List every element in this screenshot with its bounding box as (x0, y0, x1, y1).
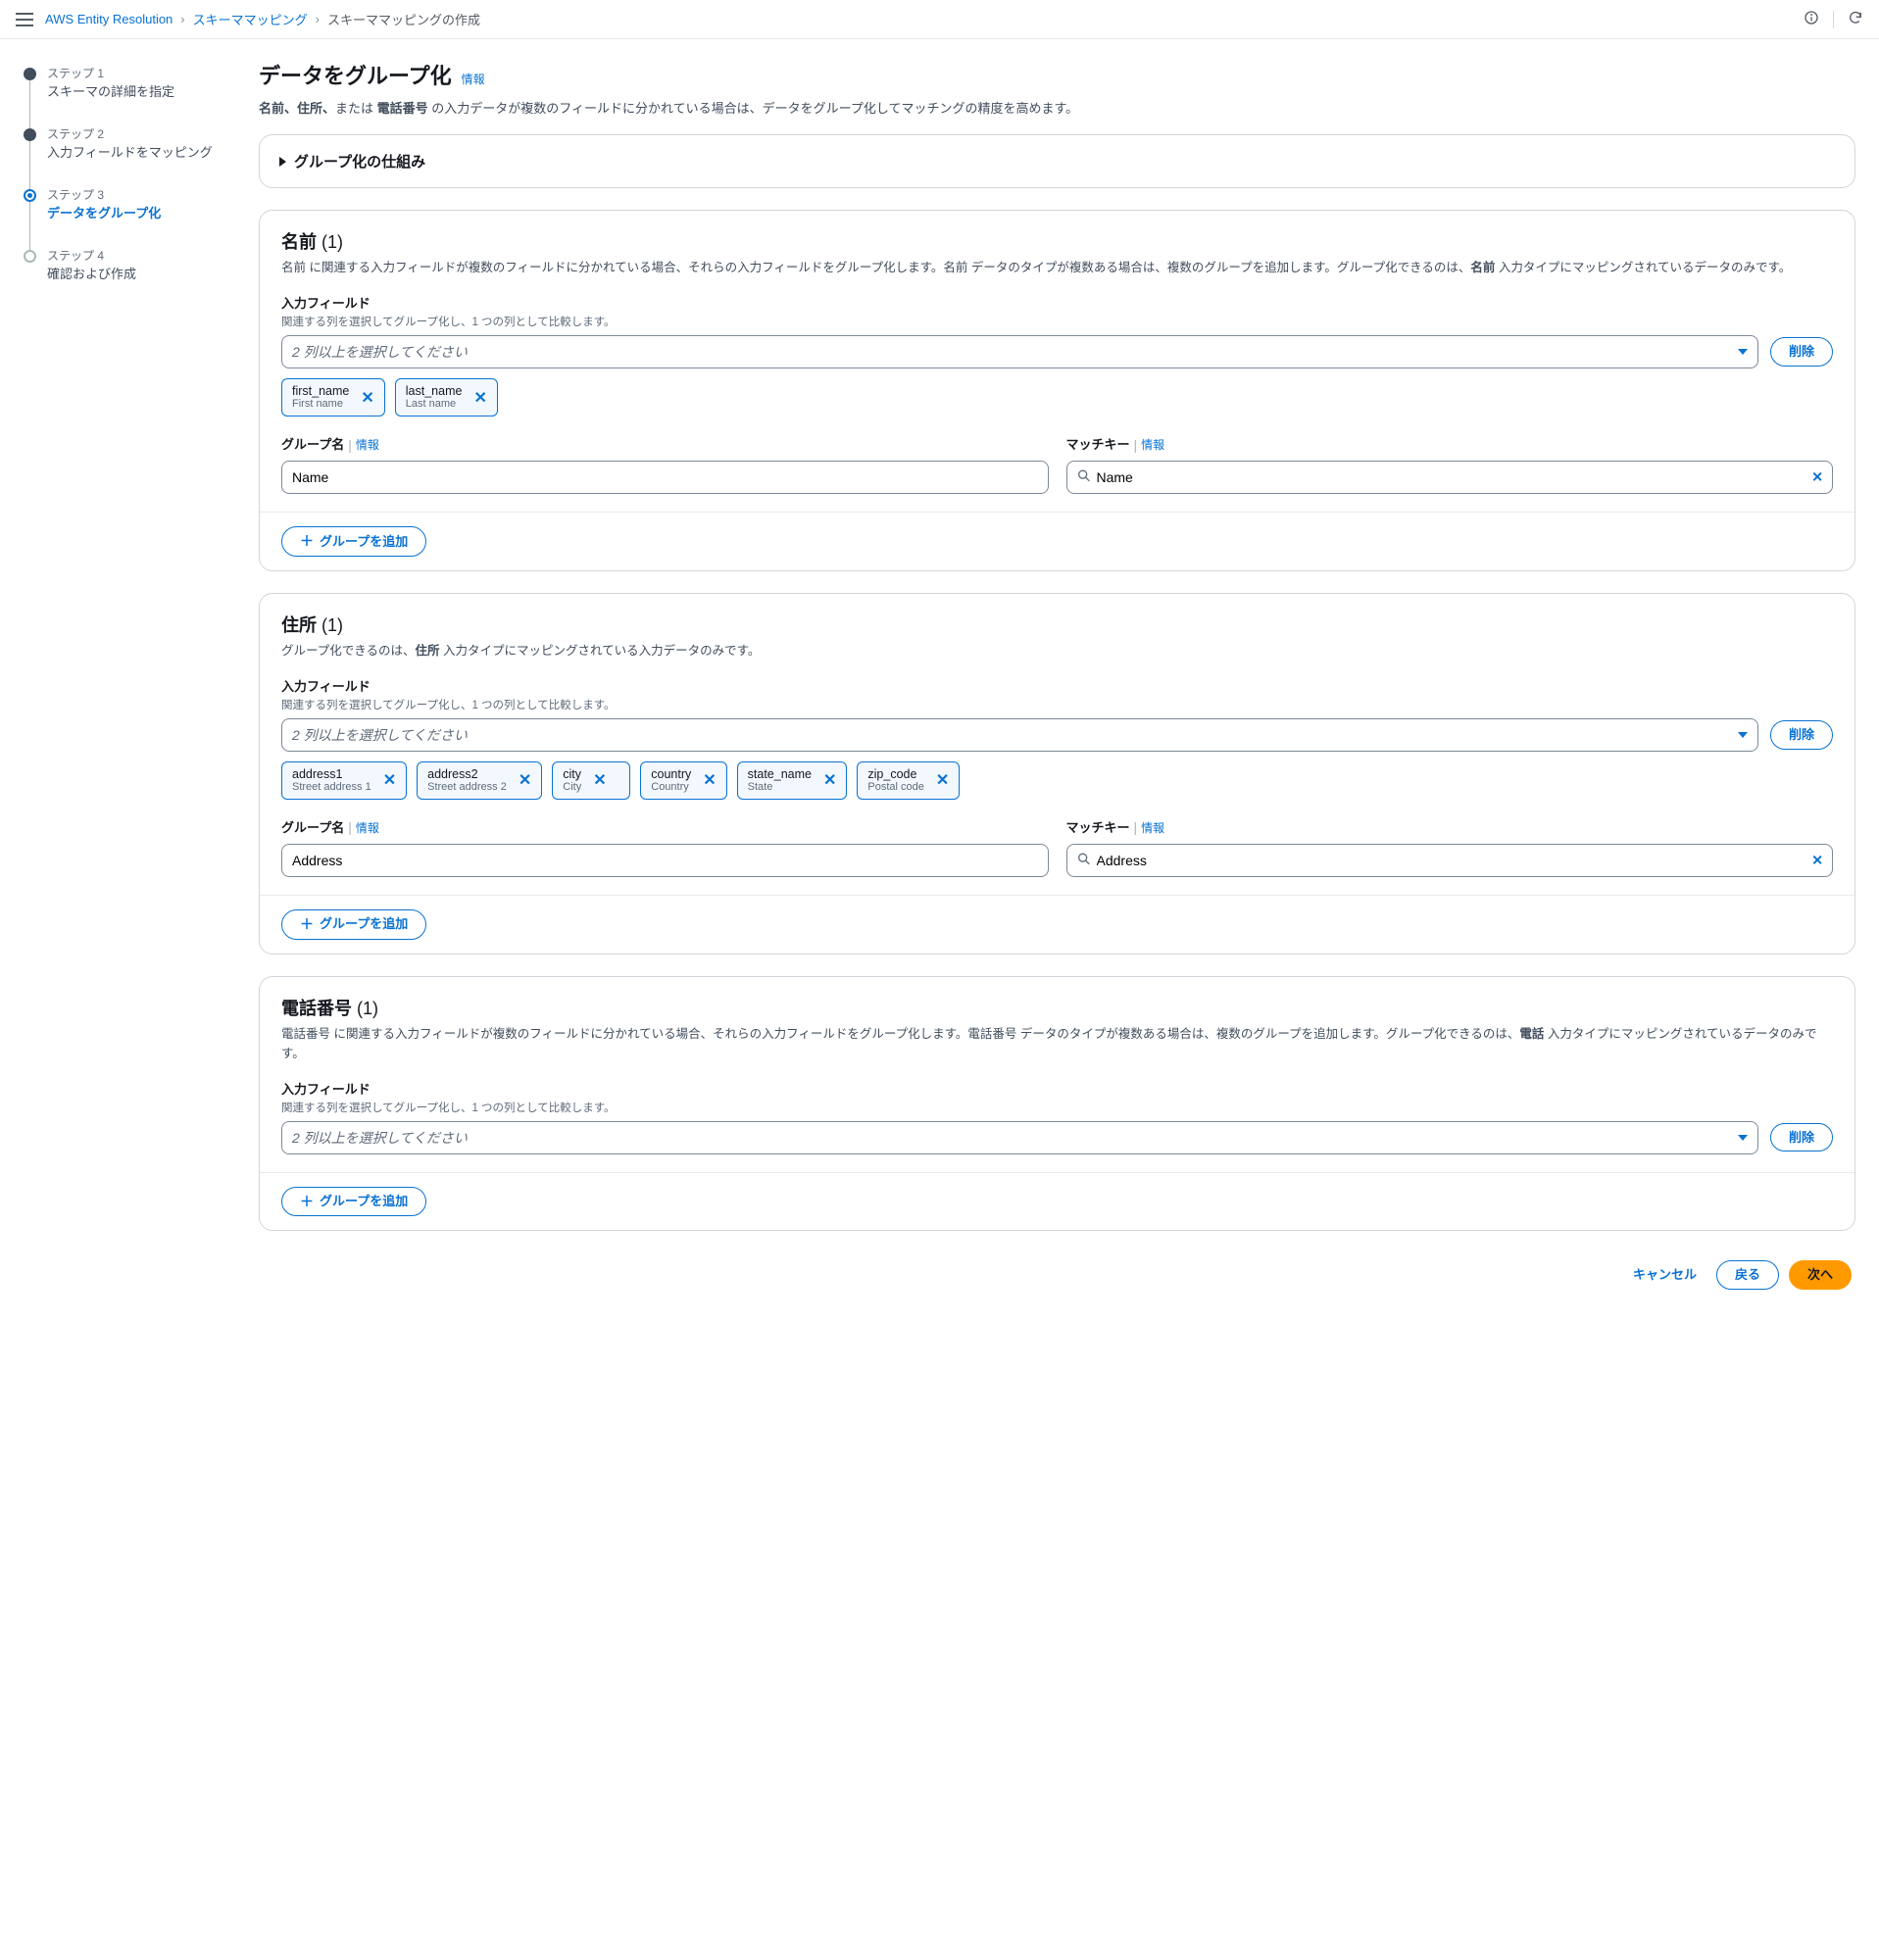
name-delete-button[interactable]: 削除 (1770, 337, 1833, 367)
name-match-key-info[interactable]: 情報 (1141, 436, 1164, 453)
breadcrumb-root[interactable]: AWS Entity Resolution (45, 12, 173, 26)
chip-zip-code: zip_codePostal code ✕ (857, 761, 960, 800)
chip-remove-icon[interactable]: ✕ (701, 770, 717, 790)
chevron-down-icon (1738, 732, 1748, 738)
address-section-desc: グループ化できるのは、住所 入力タイプにマッピングされている入力データのみです。 (281, 641, 1833, 661)
address-group-name-input[interactable] (281, 844, 1049, 877)
divider (1833, 11, 1834, 28)
address-section-panel: 住所 (1) グループ化できるのは、住所 入力タイプにマッピングされている入力デ… (259, 593, 1855, 955)
wizard-footer: キャンセル 戻る 次へ (259, 1252, 1855, 1294)
chip-last-name: last_name Last name ✕ (395, 378, 498, 416)
caret-right-icon (279, 157, 286, 167)
name-group-name-input[interactable] (281, 461, 1049, 494)
chevron-down-icon (1738, 349, 1748, 355)
step-3[interactable]: ステップ 3 データをグループ化 (24, 186, 220, 247)
chip-remove-icon[interactable]: ✕ (821, 770, 838, 790)
address-match-key-label: マッチキー (1066, 817, 1130, 836)
address-input-fields-label: 入力フィールド (281, 676, 1833, 695)
address-group-name-info[interactable]: 情報 (356, 819, 379, 836)
phone-section-title: 電話番号 (1) (281, 995, 1833, 1020)
chip-remove-icon[interactable]: ✕ (517, 770, 533, 790)
page-header: データをグループ化 情報 名前、住所、または 電話番号 の入力データが複数のフィ… (259, 59, 1855, 117)
chevron-right-icon: › (316, 12, 320, 26)
chip-city: cityCity ✕ (552, 761, 630, 800)
address-delete-button[interactable]: 削除 (1770, 720, 1833, 750)
multiselect-placeholder: 2 列以上を選択してください (292, 1128, 468, 1148)
phone-input-fields-help: 関連する列を選択してグループ化し、1 つの列として比較します。 (281, 1100, 1833, 1115)
name-match-key-input[interactable] (1066, 461, 1834, 494)
name-input-fields-help: 関連する列を選択してグループ化し、1 つの列として比較します。 (281, 314, 1833, 329)
page-subtitle: 名前、住所、または 電話番号 の入力データが複数のフィールドに分かれている場合は… (259, 98, 1855, 117)
chip-remove-icon[interactable]: ✕ (471, 388, 488, 408)
chip-remove-icon[interactable]: ✕ (359, 388, 375, 408)
address-multiselect[interactable]: 2 列以上を選択してください (281, 718, 1758, 752)
name-group-name-info[interactable]: 情報 (356, 436, 379, 453)
how-it-works-panel: グループ化の仕組み (259, 134, 1855, 188)
chip-address1: address1Street address 1 ✕ (281, 761, 407, 800)
next-button[interactable]: 次へ (1789, 1260, 1852, 1290)
step-1[interactable]: ステップ 1 スキーマの詳細を指定 (24, 65, 220, 125)
breadcrumb: AWS Entity Resolution › スキーママッピング › スキーマ… (45, 10, 1792, 28)
top-actions (1804, 10, 1863, 28)
phone-section-desc: 電話番号 に関連する入力フィールドが複数のフィールドに分かれている場合、それらの… (281, 1024, 1833, 1063)
chip-remove-icon[interactable]: ✕ (381, 770, 398, 790)
name-input-fields-label: 入力フィールド (281, 293, 1833, 312)
clear-icon[interactable]: ✕ (1811, 469, 1823, 486)
name-multiselect[interactable]: 2 列以上を選択してください (281, 335, 1758, 368)
address-match-key-input[interactable] (1066, 844, 1834, 877)
how-it-works-toggle[interactable]: グループ化の仕組み (260, 135, 1854, 187)
phone-input-fields-label: 入力フィールド (281, 1079, 1833, 1098)
how-it-works-title: グループ化の仕組み (294, 151, 425, 172)
chevron-right-icon: › (180, 12, 184, 26)
phone-delete-button[interactable]: 削除 (1770, 1123, 1833, 1152)
address-group-name-label: グループ名 (281, 817, 344, 836)
phone-add-group-button[interactable]: ＋ グループを追加 (281, 1187, 426, 1217)
menu-icon[interactable] (16, 13, 33, 26)
address-add-group-button[interactable]: ＋ グループを追加 (281, 909, 426, 940)
main-content: データをグループ化 情報 名前、住所、または 電話番号 の入力データが複数のフィ… (259, 59, 1855, 1294)
address-input-fields-help: 関連する列を選択してグループ化し、1 つの列として比較します。 (281, 697, 1833, 712)
chip-remove-icon[interactable]: ✕ (591, 770, 608, 790)
name-section-panel: 名前 (1) 名前 に関連する入力フィールドが複数のフィールドに分かれている場合… (259, 210, 1855, 571)
chip-state-name: state_nameState ✕ (737, 761, 848, 800)
name-section-title: 名前 (1) (281, 228, 1833, 254)
address-chips: address1Street address 1 ✕ address2Stree… (281, 761, 1833, 800)
wizard-stepper: ステップ 1 スキーマの詳細を指定 ステップ 2 入力フィールドをマッピング ス… (24, 59, 220, 1294)
chip-remove-icon[interactable]: ✕ (934, 770, 951, 790)
breadcrumb-schema-mapping[interactable]: スキーママッピング (193, 10, 308, 28)
chip-country: countryCountry ✕ (640, 761, 726, 800)
name-match-key-label: マッチキー (1066, 434, 1130, 453)
clear-icon[interactable]: ✕ (1811, 852, 1823, 868)
info-icon[interactable] (1804, 10, 1819, 28)
address-match-key-info[interactable]: 情報 (1141, 819, 1164, 836)
plus-icon: ＋ (300, 1194, 314, 1210)
cancel-button[interactable]: キャンセル (1623, 1260, 1706, 1290)
page-title: データをグループ化 (259, 59, 452, 90)
chip-first-name: first_name First name ✕ (281, 378, 385, 416)
chevron-down-icon (1738, 1135, 1748, 1141)
back-button[interactable]: 戻る (1716, 1260, 1779, 1290)
step-4[interactable]: ステップ 4 確認および作成 (24, 247, 220, 282)
topbar: AWS Entity Resolution › スキーママッピング › スキーマ… (0, 0, 1879, 39)
phone-section-panel: 電話番号 (1) 電話番号 に関連する入力フィールドが複数のフィールドに分かれて… (259, 976, 1855, 1232)
refresh-icon[interactable] (1848, 10, 1863, 28)
address-section-title: 住所 (1) (281, 612, 1833, 637)
page-info-link[interactable]: 情報 (462, 73, 485, 86)
plus-icon: ＋ (300, 533, 314, 550)
name-section-desc: 名前 に関連する入力フィールドが複数のフィールドに分かれている場合、それらの入力… (281, 258, 1833, 277)
name-group-name-label: グループ名 (281, 434, 344, 453)
step-2[interactable]: ステップ 2 入力フィールドをマッピング (24, 125, 220, 186)
multiselect-placeholder: 2 列以上を選択してください (292, 725, 468, 745)
chip-address2: address2Street address 2 ✕ (417, 761, 542, 800)
plus-icon: ＋ (300, 916, 314, 933)
phone-multiselect[interactable]: 2 列以上を選択してください (281, 1121, 1758, 1154)
name-chips: first_name First name ✕ last_name Last n… (281, 378, 1833, 416)
breadcrumb-current: スキーママッピングの作成 (327, 10, 480, 28)
multiselect-placeholder: 2 列以上を選択してください (292, 342, 468, 362)
name-add-group-button[interactable]: ＋ グループを追加 (281, 526, 426, 557)
